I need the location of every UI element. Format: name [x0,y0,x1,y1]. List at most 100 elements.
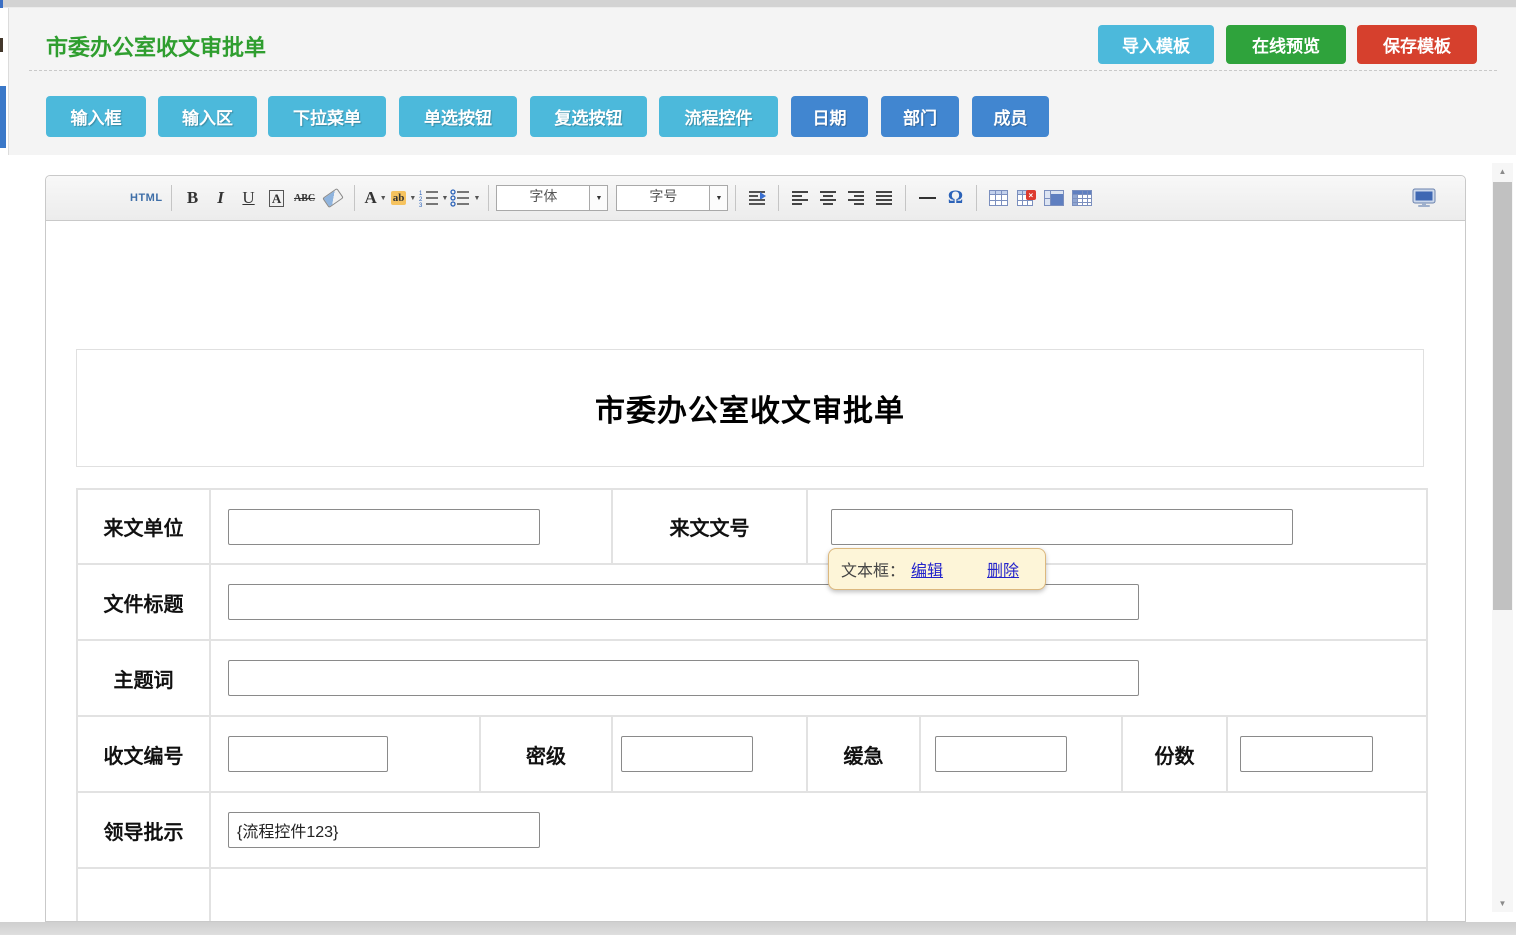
ordered-list-button[interactable]: 1 2 3 ▼ [419,184,449,212]
window-top-edge [0,0,1516,8]
palette-radio-button[interactable]: 单选按钮 [399,96,517,137]
doc-number-input[interactable] [831,509,1293,545]
window-left-edge [0,8,8,922]
horizontal-rule-icon [919,197,936,199]
label-office-opinion: 办公室意 [77,868,210,922]
scroll-down-button[interactable]: ▼ [1492,895,1513,912]
delete-table-icon: × [1017,190,1036,206]
insert-table-button[interactable] [985,184,1011,212]
chevron-down-icon: ▼ [442,195,449,202]
palette-flow-control-button[interactable]: 流程控件 [659,96,778,137]
highlight-color-button[interactable]: ab▼ [391,184,417,212]
indent-icon [748,190,766,206]
online-preview-button[interactable]: 在线预览 [1226,25,1346,64]
palette-checkbox-button[interactable]: 复选按钮 [530,96,647,137]
editor-region: HTML B I U A ABC A▼ ab▼ 1 2 [8,155,1492,922]
source-unit-input[interactable] [228,509,540,545]
label-subject-words: 主题词 [77,640,210,716]
ordered-list-icon: 1 2 3 [419,189,439,207]
fullscreen-button[interactable] [1411,184,1437,212]
table-row: 领导批示 [77,792,1427,868]
eraser-icon [322,188,344,208]
svg-text:3: 3 [419,203,423,207]
align-center-icon [819,190,837,206]
palette-dropdown-button[interactable]: 下拉菜单 [268,96,386,137]
insert-table-icon [989,190,1008,206]
palette-date-button[interactable]: 日期 [791,96,868,137]
chevron-down-icon: ▼ [380,195,387,202]
horizontal-rule-button[interactable] [914,184,940,212]
palette-input-box-button[interactable]: 输入框 [46,96,146,137]
palette-department-button[interactable]: 部门 [881,96,959,137]
indent-button[interactable] [744,184,770,212]
label-copies: 份数 [1122,716,1227,792]
import-template-button[interactable]: 导入模板 [1098,25,1214,64]
leader-comments-input[interactable] [228,812,540,848]
monitor-icon [1412,188,1436,208]
window-edge-fragment [0,38,3,52]
urgency-input[interactable] [935,736,1067,772]
palette-member-button[interactable]: 成员 [972,96,1049,137]
rich-text-editor: HTML B I U A ABC A▼ ab▼ 1 2 [45,175,1466,922]
italic-button[interactable]: I [208,184,234,212]
delete-table-button[interactable]: × [1013,184,1039,212]
justify-icon [875,190,893,206]
scrollbar-thumb[interactable] [1493,182,1512,610]
delete-control-link[interactable]: 删除 [987,557,1019,581]
toolbar-separator [488,185,489,211]
scroll-up-button[interactable]: ▲ [1492,163,1513,180]
merge-cells-button[interactable] [1041,184,1067,212]
copies-input[interactable] [1240,736,1373,772]
cell-receipt-number [210,716,480,792]
edit-control-link[interactable]: 编辑 [911,557,943,581]
underline-button[interactable]: U [236,184,262,212]
font-size-select[interactable]: 字号 ▼ [616,185,728,211]
inline-style-button[interactable]: A [264,184,290,212]
align-left-button[interactable] [787,184,813,212]
document-canvas[interactable]: 市委办公室收文审批单 来文单位 来文文号 [46,221,1465,922]
justify-button[interactable] [871,184,897,212]
cell-copies [1227,716,1427,792]
remove-format-button[interactable] [320,184,346,212]
form-title-box: 市委办公室收文审批单 [76,349,1424,467]
receipt-number-input[interactable] [228,736,388,772]
dashed-divider [29,70,1497,71]
cell-source-unit [210,489,612,564]
font-family-select[interactable]: 字体 ▼ [496,185,608,211]
label-secrecy-level: 密级 [480,716,612,792]
cell-leader-comments [210,792,1427,868]
svg-text:×: × [1028,191,1033,200]
label-receipt-number: 收文编号 [77,716,210,792]
toolbar-separator [354,185,355,211]
unordered-list-button[interactable]: ▼ [450,184,480,212]
palette-textarea-button[interactable]: 输入区 [158,96,257,137]
font-color-button[interactable]: A▼ [363,184,389,212]
cell-subject-words [210,640,1427,716]
cell-secrecy-level [612,716,807,792]
app-window: 市委办公室收文审批单 导入模板 在线预览 保存模板 输入框 输入区 下拉菜单 单… [0,0,1516,935]
template-designer-header: 市委办公室收文审批单 导入模板 在线预览 保存模板 输入框 输入区 下拉菜单 单… [8,8,1516,155]
table-properties-button[interactable] [1069,184,1095,212]
vertical-scrollbar[interactable]: ▲ ▼ [1492,163,1513,912]
label-urgency: 缓急 [807,716,920,792]
cell-office-opinion [210,868,1427,922]
subject-words-input[interactable] [228,660,1139,696]
align-right-button[interactable] [843,184,869,212]
chevron-down-icon: ▼ [473,195,480,202]
bold-button[interactable]: B [180,184,206,212]
label-doc-number: 来文文号 [612,489,807,564]
chevron-down-icon: ▼ [709,186,727,210]
table-row: 办公室意 [77,868,1427,922]
toolbar-separator [905,185,906,211]
html-source-button[interactable]: HTML [130,184,163,212]
strikethrough-button[interactable]: ABC [292,184,318,212]
form-table: 来文单位 来文文号 文件标题 [76,488,1428,922]
toolbar-separator [171,185,172,211]
align-right-icon [847,190,865,206]
save-template-button[interactable]: 保存模板 [1357,25,1477,64]
special-char-button[interactable]: Ω [942,184,968,212]
table-row: 文件标题 [77,564,1427,640]
secrecy-level-input[interactable] [621,736,753,772]
chevron-down-icon: ▼ [589,186,607,210]
align-center-button[interactable] [815,184,841,212]
